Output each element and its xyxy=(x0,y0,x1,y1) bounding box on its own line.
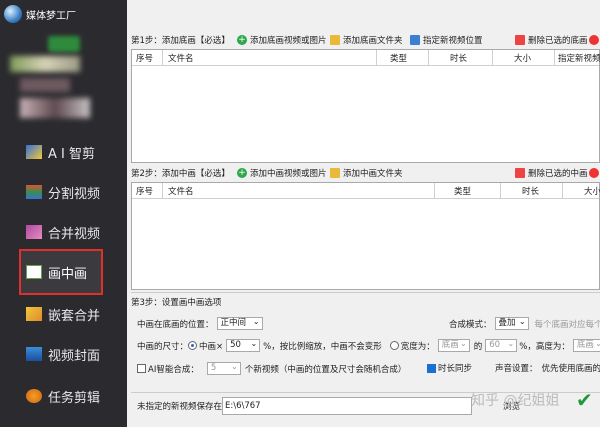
delete-overlay-button[interactable]: 删除已选的中画 xyxy=(515,167,588,179)
audio-row: 声音设置： 优先使用底画的声 xyxy=(495,362,600,374)
blurred-user-info xyxy=(20,98,90,118)
sidebar-item-label: 画中画 xyxy=(48,266,88,282)
blurred-user-info xyxy=(20,78,70,92)
sidebar-item-split-video[interactable]: 分割视频 xyxy=(26,178,100,206)
add-icon: + xyxy=(237,35,247,45)
height-unit-select[interactable]: 底画 xyxy=(572,338,600,352)
delete-icon xyxy=(515,168,525,178)
width-radio[interactable] xyxy=(389,341,399,350)
duration-sync-checkbox[interactable] xyxy=(427,363,436,373)
split-video-icon xyxy=(26,185,42,199)
sidebar-item-picture-in-picture[interactable]: 画中画 xyxy=(26,258,87,286)
picture-in-picture-icon xyxy=(26,265,42,279)
step2-label: 第2步：添加中画【必选】 xyxy=(131,169,230,179)
column-header[interactable]: 文件名 xyxy=(168,185,194,197)
output-path-input[interactable]: E:\6\767 xyxy=(222,397,472,415)
app-title: 媒体梦工厂 xyxy=(26,10,76,22)
column-header[interactable]: 大小 xyxy=(514,52,531,64)
column-header[interactable]: 文件名 xyxy=(168,52,194,64)
sidebar-item-label: A I 智剪 xyxy=(48,146,95,162)
size-scale-radio[interactable] xyxy=(188,341,198,350)
size-scale-input[interactable]: 50 xyxy=(226,338,261,352)
delete-base-button[interactable]: 删除已选的底画 xyxy=(515,34,588,46)
add-overlay-folder-button[interactable]: 添加中画文件夹 xyxy=(330,167,403,179)
column-header[interactable]: 指定新视频位 xyxy=(558,52,600,64)
column-header[interactable]: 大小 xyxy=(584,185,600,197)
task-clip-icon xyxy=(26,389,42,403)
blurred-avatar xyxy=(48,36,80,52)
step2-toolbar: 第2步：添加中画【必选】 + 添加中画视频或图片 添加中画文件夹 删除已选的中画 xyxy=(127,164,600,182)
sidebar-item-nested-merge[interactable]: 嵌套合并 xyxy=(26,300,100,328)
sidebar-item-task-clip[interactable]: 任务剪辑 xyxy=(26,382,100,410)
column-header[interactable]: 时长 xyxy=(450,52,467,64)
size-row: 中画的尺寸： 中画× 50 %，按比例缩放，中画不会变形 宽度为： 底画 的 6… xyxy=(137,338,600,352)
column-header[interactable]: 时长 xyxy=(522,185,539,197)
ai-count-input[interactable]: 5 xyxy=(206,361,241,375)
sidebar-item-label: 嵌套合并 xyxy=(48,308,101,324)
folder-icon xyxy=(330,168,340,178)
width-value-input[interactable]: 60 xyxy=(485,338,518,352)
location-icon xyxy=(410,35,420,45)
audio-setting[interactable]: 优先使用底画的声 xyxy=(542,362,600,374)
ai-row: AI智能合成： 5 个新视频（中画的位置及尺寸会随机合成） xyxy=(137,361,406,375)
table-header: 序号 文件名 类型 时长 大小 指定新视频位 xyxy=(132,50,600,66)
set-location-button[interactable]: 指定新视频位置 xyxy=(410,34,483,46)
sidebar-item-label: 任务剪辑 xyxy=(48,390,101,406)
blend-hint: 每个底画对应每个中 xyxy=(534,319,600,330)
output-label: 未指定的新视频保存在： xyxy=(137,402,231,412)
add-base-files-button[interactable]: + 添加底画视频或图片 xyxy=(237,34,327,46)
step1-label: 第1步：添加底画【必选】 xyxy=(131,36,230,46)
sidebar-item-ai-cut[interactable]: A I 智剪 xyxy=(26,138,95,166)
sidebar-item-label: 分割视频 xyxy=(48,186,101,202)
blend-mode-select[interactable]: 叠加 xyxy=(494,316,529,330)
video-cover-icon xyxy=(26,347,42,361)
column-header[interactable]: 类型 xyxy=(390,52,407,64)
app-logo-icon xyxy=(4,5,22,23)
column-header[interactable]: 序号 xyxy=(136,185,153,197)
sidebar: 媒体梦工厂 A I 智剪 分割视频 合并视频 画中画 嵌套合并 视频封面 任务剪… xyxy=(0,0,127,427)
close-icon[interactable] xyxy=(589,35,599,45)
blend-row: 合成模式： 叠加 每个底画对应每个中 xyxy=(449,316,600,330)
folder-icon xyxy=(330,35,340,45)
sync-row: 时长同步 xyxy=(427,362,472,374)
sidebar-item-video-cover[interactable]: 视频封面 xyxy=(26,340,100,368)
add-icon: + xyxy=(237,168,247,178)
table-header: 序号 文件名 类型 时长 大小 xyxy=(132,183,600,199)
sidebar-item-merge-video[interactable]: 合并视频 xyxy=(26,218,100,246)
column-header[interactable]: 序号 xyxy=(136,52,153,64)
delete-icon xyxy=(515,35,525,45)
step3-label: 第3步：设置画中画选项 xyxy=(131,298,222,308)
sidebar-item-label: 合并视频 xyxy=(48,226,101,242)
main-panel: 第1步：添加底画【必选】 + 添加底画视频或图片 添加底画文件夹 指定新视频位置 … xyxy=(127,0,600,427)
close-icon[interactable] xyxy=(589,168,599,178)
merge-video-icon xyxy=(26,225,42,239)
sidebar-item-label: 视频封面 xyxy=(48,348,101,364)
start-check-icon[interactable]: ✔ xyxy=(576,390,596,410)
width-unit-select[interactable]: 底画 xyxy=(437,338,470,352)
add-base-folder-button[interactable]: 添加底画文件夹 xyxy=(330,34,403,46)
step1-toolbar: 第1步：添加底画【必选】 + 添加底画视频或图片 添加底画文件夹 指定新视频位置 … xyxy=(127,31,600,49)
overlay-video-table[interactable]: 序号 文件名 类型 时长 大小 xyxy=(131,182,600,290)
brand: 媒体梦工厂 xyxy=(4,3,76,25)
ai-compose-checkbox[interactable] xyxy=(137,364,146,373)
base-video-table[interactable]: 序号 文件名 类型 时长 大小 指定新视频位 xyxy=(131,49,600,163)
blurred-user-info xyxy=(10,56,80,72)
nested-merge-icon xyxy=(26,307,42,321)
watermark: 知乎 @纪姐姐 xyxy=(471,393,560,409)
position-select[interactable]: 正中间 xyxy=(216,316,263,330)
column-header[interactable]: 类型 xyxy=(454,185,471,197)
ai-cut-icon xyxy=(26,145,42,159)
position-row: 中画在底画的位置： 正中间 xyxy=(137,316,263,330)
add-overlay-files-button[interactable]: + 添加中画视频或图片 xyxy=(237,167,327,179)
